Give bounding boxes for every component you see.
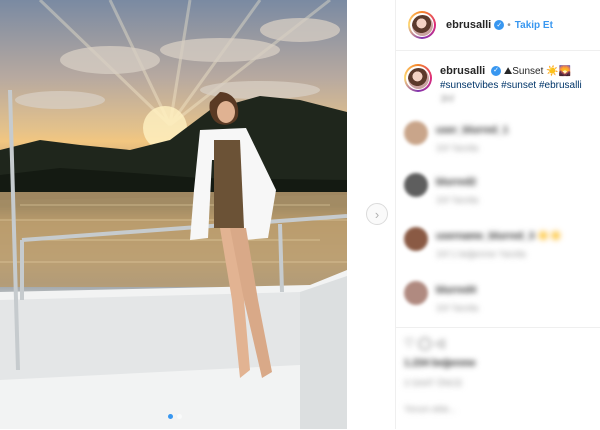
comment-avatar[interactable] <box>404 227 428 251</box>
post-timestamp: 3 SAAT ÖNCE <box>404 378 463 388</box>
header-username[interactable]: ebrusalli <box>446 19 491 31</box>
chevron-right-icon: › <box>374 206 380 222</box>
verified-icon: ✓ <box>494 20 505 30</box>
avatar[interactable] <box>408 11 436 39</box>
comment-avatar[interactable] <box>404 121 428 145</box>
separator-dot: • <box>507 19 511 31</box>
next-image-button[interactable]: › <box>366 203 388 225</box>
comment-avatar[interactable] <box>404 173 428 197</box>
comment-username[interactable]: blurred2 <box>436 177 478 188</box>
caption-text: ⛰Sunset ☀️🌄 <box>503 66 572 77</box>
post-photo[interactable] <box>0 0 347 429</box>
sunset-scene <box>0 0 347 429</box>
comment-username[interactable]: user_blurred_1 <box>436 125 508 136</box>
carousel-dots <box>168 414 182 419</box>
comment-username[interactable]: blurred4 <box>436 285 478 296</box>
comment-item: username_blurred_3 ☀️☀️ 1hf 1 beğenme Ya… <box>404 227 594 259</box>
verified-icon: ✓ <box>491 66 502 77</box>
comment-item: user_blurred_1 1hf Yanıtla <box>404 121 594 153</box>
caption-hashtags[interactable]: #sunsetvibes #sunset #ebrusalli <box>440 80 582 91</box>
post-caption: ebrusalli ✓ ⛰Sunset ☀️🌄 #sunsetvibes #su… <box>404 64 594 107</box>
comment-meta: 1hf Yanıtla <box>436 303 479 313</box>
comment-input[interactable]: Yorum ekle... <box>404 404 456 414</box>
carousel-dot <box>177 414 182 419</box>
comment-meta: 1hf 1 beğenme Yanıtla <box>436 249 526 259</box>
comment-meta: 1hf Yanıtla <box>436 195 479 205</box>
comment-username[interactable]: username_blurred_3 ☀️☀️ <box>436 231 562 242</box>
follow-button[interactable]: Takip Et <box>515 20 553 31</box>
action-icons[interactable]: ♡ ◯ ◁ <box>404 336 444 350</box>
likes-count[interactable]: 1.234 beğenme <box>404 358 476 369</box>
comment-item: blurred2 1hf Yanıtla <box>404 173 594 205</box>
post-footer: ♡ ◯ ◁ 1.234 beğenme 3 SAAT ÖNCE Yorum ek… <box>396 327 600 430</box>
comment-meta: 1hf Yanıtla <box>436 143 479 153</box>
caption-username[interactable]: ebrusalli <box>440 65 485 77</box>
caption-meta: 3hf <box>440 94 454 105</box>
comment-avatar[interactable] <box>404 281 428 305</box>
caption-avatar[interactable] <box>404 64 432 92</box>
comment-item: blurred4 1hf Yanıtla <box>404 281 594 313</box>
post-header: ebrusalli ✓ • Takip Et <box>396 0 600 51</box>
carousel-dot-active <box>168 414 173 419</box>
